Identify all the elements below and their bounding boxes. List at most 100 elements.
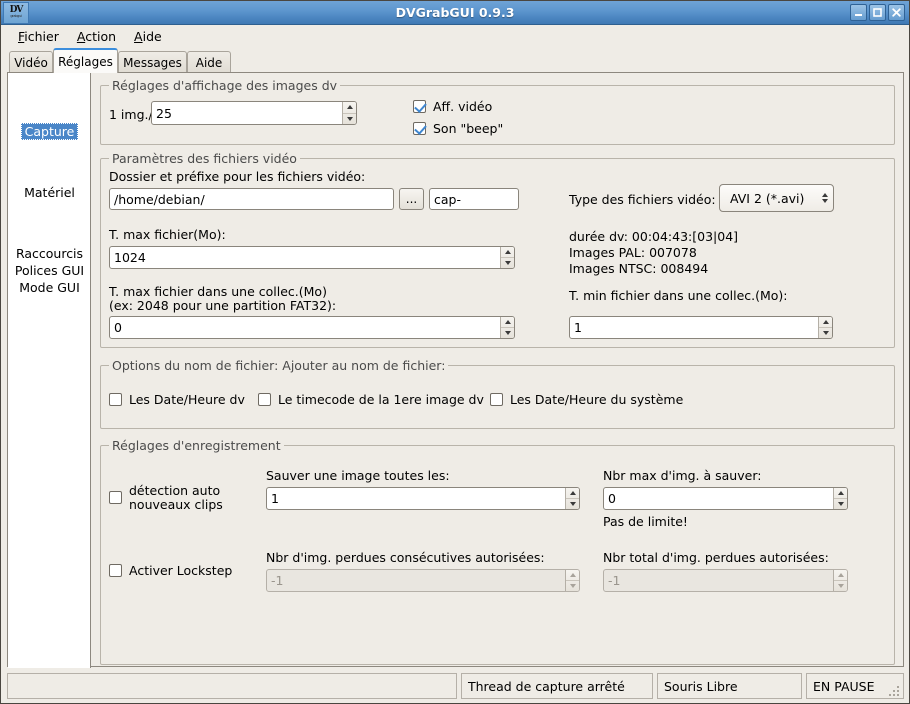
- append-dv-datetime-row[interactable]: Les Date/Heure dv: [109, 392, 245, 407]
- max-file-size-increment[interactable]: [501, 247, 514, 258]
- settings-category-list[interactable]: Capture Matériel Raccourcis Polices GUI …: [8, 73, 91, 668]
- save-every-increment[interactable]: [566, 488, 579, 499]
- tab-messages-label: Messages: [123, 55, 182, 70]
- append-system-datetime-checkbox[interactable]: [490, 393, 503, 406]
- tab-reglages-label: Réglages: [58, 54, 113, 69]
- autodetect-clips-checkbox[interactable]: [109, 491, 122, 504]
- tab-aide[interactable]: Aide: [187, 51, 231, 73]
- frames-per-stepper[interactable]: [342, 102, 356, 124]
- arrow-up-icon: [504, 320, 511, 324]
- max-images-decrement[interactable]: [834, 499, 847, 509]
- max-file-size-label: T. max fichier(Mo):: [109, 227, 226, 242]
- arrow-down-icon: [504, 331, 511, 335]
- max-images-spinbox[interactable]: 0: [603, 487, 848, 510]
- lockstep-row[interactable]: Activer Lockstep: [109, 563, 232, 578]
- collection-max-label-line1: T. max fichier dans une collec.(Mo): [109, 284, 327, 299]
- sidebar-item-raccourcis-label: Raccourcis: [15, 246, 84, 261]
- frames-per-value[interactable]: 25: [152, 102, 342, 124]
- collection-min-spinbox[interactable]: 1: [569, 316, 833, 339]
- folder-path-input[interactable]: /home/debian/: [109, 188, 394, 210]
- no-limit-note: Pas de limite!: [603, 514, 688, 529]
- total-lost-stepper: [833, 570, 847, 591]
- collection-min-decrement[interactable]: [819, 328, 832, 338]
- sidebar-item-polices-gui-label: Polices GUI: [14, 263, 85, 278]
- collection-max-increment[interactable]: [501, 317, 514, 328]
- window-title: DVGrabGUI 0.9.3: [395, 5, 515, 20]
- video-type-select[interactable]: AVI 2 (*.avi): [719, 184, 834, 212]
- resize-grip-icon[interactable]: [889, 686, 901, 698]
- frames-per-spinbox[interactable]: 25: [151, 101, 357, 125]
- append-timecode-label: Le timecode de la 1ere image dv: [278, 392, 484, 407]
- max-images-value[interactable]: 0: [604, 488, 833, 509]
- append-timecode-row[interactable]: Le timecode de la 1ere image dv: [258, 392, 484, 407]
- lockstep-checkbox[interactable]: [109, 564, 122, 577]
- collection-min-value[interactable]: 1: [570, 317, 818, 338]
- sidebar-item-capture-label: Capture: [20, 123, 79, 140]
- sidebar-item-mode-gui[interactable]: Mode GUI: [8, 280, 91, 295]
- autodetect-clips-row[interactable]: détection auto nouveaux clips: [109, 484, 223, 512]
- consecutive-lost-label: Nbr d'img. perdues consécutives autorisé…: [266, 550, 545, 565]
- append-system-datetime-row[interactable]: Les Date/Heure du système: [490, 392, 683, 407]
- collection-min-increment[interactable]: [819, 317, 832, 328]
- filename-prefix-input[interactable]: cap-: [429, 188, 519, 210]
- max-images-stepper[interactable]: [833, 488, 847, 509]
- browse-folder-button[interactable]: ...: [399, 188, 424, 210]
- status-mouse: Souris Libre: [657, 673, 802, 699]
- collection-max-label-line2: (ex: 2048 pour une partition FAT32):: [109, 298, 337, 313]
- sidebar-item-polices-gui[interactable]: Polices GUI: [8, 263, 91, 278]
- pal-frames-info: Images PAL: 007078: [569, 245, 697, 260]
- sidebar-item-raccourcis[interactable]: Raccourcis: [8, 246, 91, 261]
- consecutive-lost-decrement: [566, 581, 579, 591]
- arrow-up-icon: [837, 573, 844, 577]
- tab-video[interactable]: Vidéo: [9, 51, 53, 73]
- collection-min-label: T. min fichier dans une collec.(Mo):: [569, 288, 788, 303]
- autodetect-clips-label-line2: nouveaux clips: [129, 497, 223, 512]
- max-images-increment[interactable]: [834, 488, 847, 499]
- tab-messages[interactable]: Messages: [118, 51, 187, 73]
- close-button[interactable]: [888, 4, 905, 21]
- autodetect-clips-label-line1: détection auto: [129, 483, 221, 498]
- frames-per-decrement[interactable]: [343, 114, 356, 125]
- collection-max-decrement[interactable]: [501, 328, 514, 338]
- minimize-button[interactable]: [850, 4, 867, 21]
- frames-per-increment[interactable]: [343, 102, 356, 114]
- max-file-size-value[interactable]: 1024: [110, 247, 500, 268]
- append-system-datetime-label: Les Date/Heure du système: [510, 392, 684, 407]
- app-logo-sub-text: grabgui: [10, 14, 22, 19]
- sidebar-item-mode-gui-label: Mode GUI: [19, 280, 80, 295]
- maximize-button[interactable]: [869, 4, 886, 21]
- max-file-size-stepper[interactable]: [500, 247, 514, 268]
- app-logo-icon: DV grabgui: [3, 1, 29, 24]
- beep-sound-checkbox-row[interactable]: Son "beep": [413, 121, 503, 136]
- sidebar-item-capture[interactable]: Capture: [8, 123, 91, 140]
- status-bar: Thread de capture arrêté Souris Libre EN…: [7, 673, 904, 699]
- video-type-stepper-icon: [822, 185, 828, 211]
- max-images-label: Nbr max d'img. à sauver:: [603, 468, 762, 483]
- save-every-value[interactable]: 1: [267, 488, 565, 509]
- total-lost-increment: [834, 570, 847, 581]
- menu-fichier[interactable]: Fichier: [9, 27, 68, 46]
- collection-min-stepper[interactable]: [818, 317, 832, 338]
- append-timecode-checkbox[interactable]: [258, 393, 271, 406]
- folder-prefix-label: Dossier et préfixe pour les fichiers vid…: [109, 169, 366, 184]
- total-lost-spinbox: -1: [603, 569, 848, 592]
- append-dv-datetime-checkbox[interactable]: [109, 393, 122, 406]
- max-file-size-spinbox[interactable]: 1024: [109, 246, 515, 269]
- max-file-size-decrement[interactable]: [501, 258, 514, 268]
- sidebar-item-materiel[interactable]: Matériel: [8, 185, 91, 200]
- ntsc-frames-info: Images NTSC: 008494: [569, 261, 709, 276]
- title-bar: DV grabgui DVGrabGUI 0.9.3: [1, 1, 909, 25]
- collection-max-stepper[interactable]: [500, 317, 514, 338]
- show-video-checkbox[interactable]: [413, 100, 426, 113]
- tab-reglages[interactable]: Réglages: [53, 48, 118, 73]
- collection-max-value[interactable]: 0: [110, 317, 500, 338]
- window-controls: [850, 4, 905, 21]
- save-every-stepper[interactable]: [565, 488, 579, 509]
- show-video-checkbox-row[interactable]: Aff. vidéo: [413, 99, 492, 114]
- save-every-spinbox[interactable]: 1: [266, 487, 580, 510]
- menu-aide[interactable]: Aide: [125, 27, 171, 46]
- menu-action[interactable]: Action: [68, 27, 125, 46]
- collection-max-spinbox[interactable]: 0: [109, 316, 515, 339]
- save-every-decrement[interactable]: [566, 499, 579, 509]
- beep-sound-checkbox[interactable]: [413, 122, 426, 135]
